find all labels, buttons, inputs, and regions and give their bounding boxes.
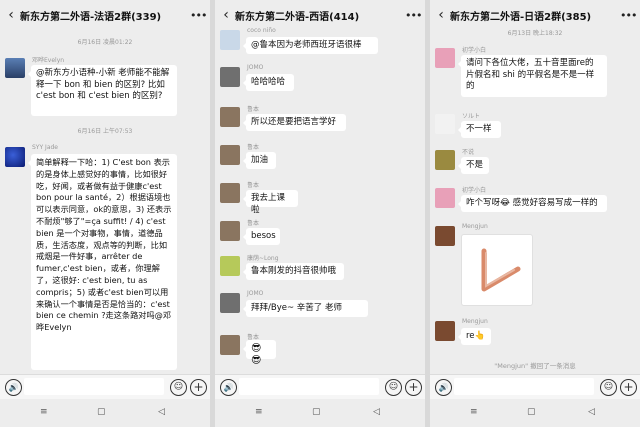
message-bubble[interactable]: 简单解释一下哈：1) C'est bon 表示的是身体上感觉好的事情，比如很好吃… xyxy=(28,154,177,370)
back-icon[interactable]: ◁ xyxy=(588,407,595,417)
message-input[interactable] xyxy=(239,378,379,395)
input-bar: 🔊 ☺ + xyxy=(215,374,425,399)
plus-icon[interactable]: + xyxy=(405,379,422,396)
sender-name: 康荫~Long xyxy=(247,255,279,262)
chat-header: ‹ 新东方第二外语-日语2群(385) ••• xyxy=(430,0,640,30)
chat-title: 新东方第二外语-日语2群(385) xyxy=(450,11,592,23)
message-input[interactable] xyxy=(24,378,164,395)
system-nav-bar: ≡ ▢ ◁ xyxy=(430,399,640,427)
sender-name: JOMO xyxy=(247,290,264,297)
sender-name: JOMO xyxy=(247,64,264,71)
timestamp: 6月16日 上午07:53 xyxy=(77,128,133,135)
system-notice: "Mengjun" 撤回了一条消息 xyxy=(494,362,576,370)
avatar[interactable] xyxy=(220,335,240,355)
menu-icon[interactable]: ≡ xyxy=(470,407,478,417)
avatar[interactable] xyxy=(220,221,240,241)
chat-title: 新东方第二外语-西语(414) xyxy=(235,11,360,23)
menu-icon[interactable]: ≡ xyxy=(255,407,263,417)
avatar[interactable] xyxy=(5,58,25,78)
message-bubble[interactable]: 哈哈哈哈 xyxy=(243,74,294,91)
sender-name: Mengjun xyxy=(462,223,488,230)
avatar[interactable] xyxy=(435,114,455,134)
chat-panel-french: ‹ 新东方第二外语-法语2群(339) ••• 6月16日 凌晨01:22 邓晔… xyxy=(0,0,210,427)
home-icon[interactable]: ▢ xyxy=(527,407,536,417)
input-bar: 🔊 ☺ + xyxy=(430,374,640,399)
emoji-icon[interactable]: ☺ xyxy=(600,379,617,396)
chat-title: 新东方第二外语-法语2群(339) xyxy=(20,11,162,23)
avatar[interactable] xyxy=(435,48,455,68)
avatar[interactable] xyxy=(220,107,240,127)
voice-icon[interactable]: 🔊 xyxy=(5,379,22,396)
input-bar: 🔊 ☺ + xyxy=(0,374,210,399)
timestamp: 6月13日 晚上18:32 xyxy=(507,30,563,37)
avatar[interactable] xyxy=(220,293,240,313)
home-icon[interactable]: ▢ xyxy=(312,407,321,417)
chat-header: ‹ 新东方第二外语-西语(414) ••• xyxy=(215,0,425,30)
screenshot-collage: ‹ 新东方第二外语-法语2群(339) ••• 6月16日 凌晨01:22 邓晔… xyxy=(0,0,640,427)
home-icon[interactable]: ▢ xyxy=(97,407,106,417)
avatar[interactable] xyxy=(435,150,455,170)
message-input[interactable] xyxy=(454,378,594,395)
sender-name: 初学小白 xyxy=(462,47,487,54)
message-bubble[interactable]: 拜拜/Bye~ 辛苦了 老师 xyxy=(243,300,368,317)
message-bubble[interactable]: 我去上课啦 xyxy=(243,190,298,215)
message-bubble[interactable]: 不是 xyxy=(458,157,489,174)
sender-name: 鲁本 xyxy=(247,106,260,113)
sender-name: Mengjun xyxy=(462,318,488,325)
sender-name: 初学小白 xyxy=(462,187,487,194)
more-options-icon[interactable]: ••• xyxy=(620,9,637,22)
avatar[interactable] xyxy=(220,256,240,276)
avatar[interactable] xyxy=(220,145,240,165)
back-icon[interactable]: ◁ xyxy=(158,407,165,417)
message-bubble[interactable]: @新东方小语种-小新 老师能不能解释一下 bon 和 bien 的区别? 比如 … xyxy=(28,65,177,116)
back-arrow-icon[interactable]: ‹ xyxy=(2,7,20,23)
sender-name: 鲁本 xyxy=(247,182,260,189)
emoji-icon[interactable]: ☺ xyxy=(170,379,187,396)
avatar[interactable] xyxy=(220,183,240,203)
message-bubble[interactable]: 😎😎 xyxy=(243,340,276,366)
menu-icon[interactable]: ≡ xyxy=(40,407,48,417)
plus-icon[interactable]: + xyxy=(620,379,637,396)
message-bubble[interactable]: besos xyxy=(243,228,280,245)
avatar[interactable] xyxy=(220,30,240,50)
voice-icon[interactable]: 🔊 xyxy=(220,379,237,396)
avatar[interactable] xyxy=(435,226,455,246)
handwriting-sketch xyxy=(481,248,521,292)
avatar[interactable] xyxy=(220,67,240,87)
avatar[interactable] xyxy=(435,188,455,208)
message-bubble[interactable]: 鲁本刚发的抖音很帅哦 xyxy=(243,263,344,280)
message-bubble[interactable]: 加油 xyxy=(243,152,276,169)
message-bubble[interactable]: 所以还是要把语言学好 xyxy=(243,114,346,131)
message-bubble[interactable]: 请问下各位大佬，五十音里面re的片假名和 shi 的平假名是不是一样的 xyxy=(458,55,607,97)
sender-name: 鲁本 xyxy=(247,144,260,151)
more-options-icon[interactable]: ••• xyxy=(190,9,207,22)
more-options-icon[interactable]: ••• xyxy=(405,9,422,22)
voice-icon[interactable]: 🔊 xyxy=(435,379,452,396)
avatar[interactable] xyxy=(435,321,455,341)
plus-icon[interactable]: + xyxy=(190,379,207,396)
back-arrow-icon[interactable]: ‹ xyxy=(217,7,235,23)
sender-name: 邓晔Evelyn xyxy=(32,57,65,64)
system-nav-bar: ≡ ▢ ◁ xyxy=(215,399,425,427)
message-bubble[interactable]: re👆 xyxy=(458,328,491,345)
sender-name: ソルト xyxy=(462,113,481,120)
chat-panel-japanese: ‹ 新东方第二外语-日语2群(385) ••• 6月13日 晚上18:32 初学… xyxy=(430,0,640,427)
handwriting-image[interactable] xyxy=(461,234,533,306)
message-bubble[interactable]: 不一样 xyxy=(458,121,501,138)
avatar[interactable] xyxy=(5,147,25,167)
message-bubble[interactable]: 咋个写呀😂 感觉好容易写成一样的 xyxy=(458,195,607,212)
timestamp: 6月16日 凌晨01:22 xyxy=(77,39,133,46)
chat-header: ‹ 新东方第二外语-法语2群(339) ••• xyxy=(0,0,210,30)
back-arrow-icon[interactable]: ‹ xyxy=(432,7,450,23)
chat-panel-spanish: ‹ 新东方第二外语-西语(414) ••• coco niño @鲁本因为老师西… xyxy=(215,0,425,427)
sender-name: SYY Jade xyxy=(32,144,58,151)
sender-name: 鲁本 xyxy=(247,220,260,227)
sender-name: 不说 xyxy=(462,149,475,156)
back-icon[interactable]: ◁ xyxy=(373,407,380,417)
emoji-icon[interactable]: ☺ xyxy=(385,379,402,396)
system-nav-bar: ≡ ▢ ◁ xyxy=(0,399,210,427)
sender-name: coco niño xyxy=(247,27,276,34)
message-bubble[interactable]: @鲁本因为老师西班牙语很棒 xyxy=(243,37,378,54)
